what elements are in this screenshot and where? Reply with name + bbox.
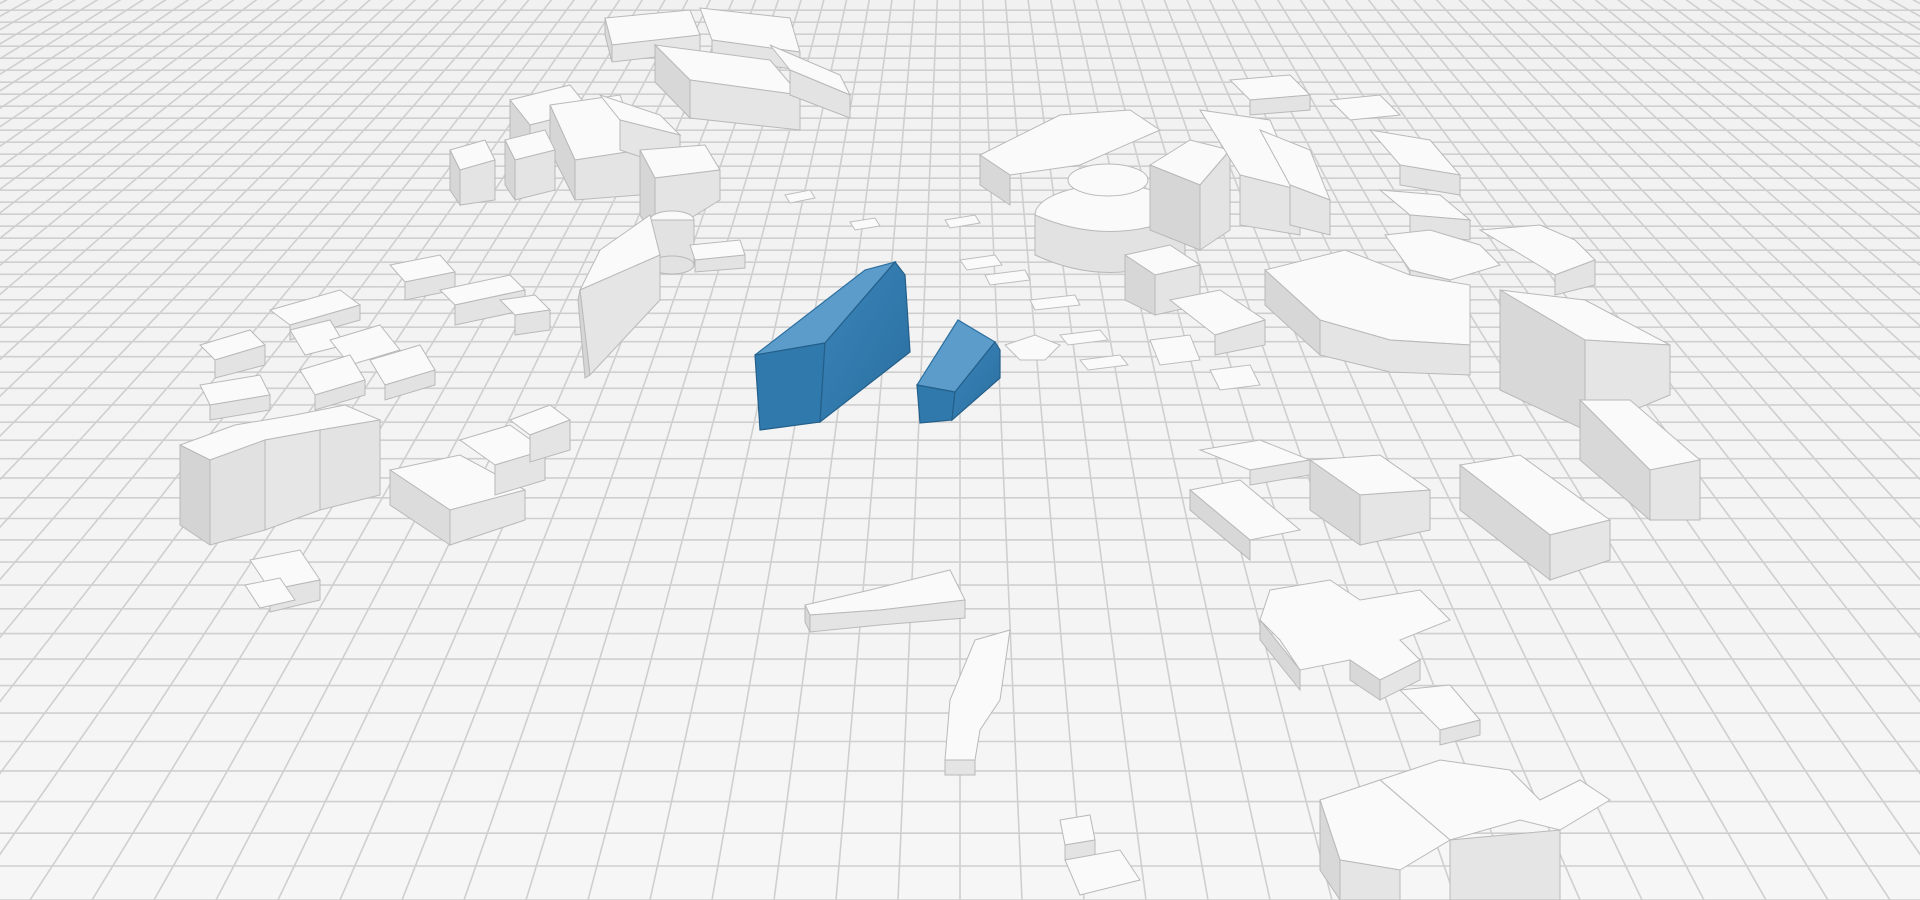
massing-model-viewport[interactable] xyxy=(0,0,1920,900)
context-building xyxy=(449,139,496,207)
scene-canvas xyxy=(0,0,1920,900)
context-building xyxy=(504,129,556,202)
context-building xyxy=(689,239,746,273)
